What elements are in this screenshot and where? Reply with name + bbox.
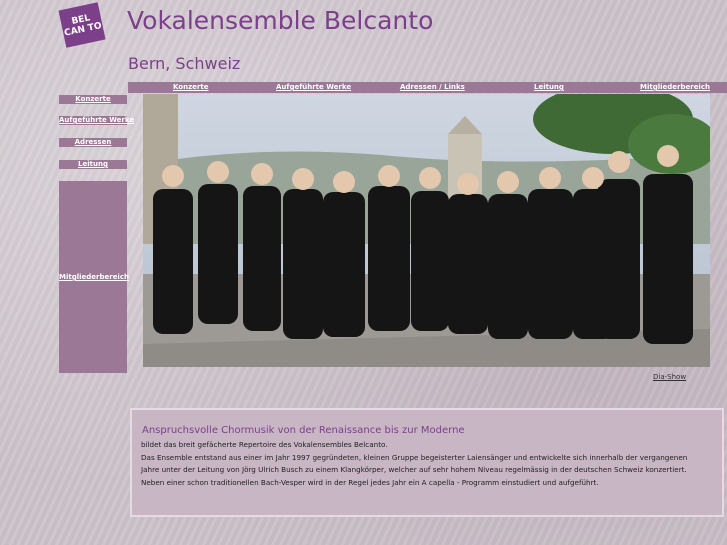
site-subtitle: Bern, Schweiz — [128, 54, 241, 73]
top-navigation: Konzerte Aufgeführte Werke Adressen / Li… — [128, 82, 727, 93]
intro-line: Jahre unter der Leitung von Jörg Ulrich … — [141, 465, 687, 474]
intro-line: Das Ensemble entstand aus einer im Jahr … — [141, 452, 688, 462]
intro-box: Anspruchsvolle Chormusik von der Renaiss… — [130, 408, 724, 517]
intro-heading: Anspruchsvolle Chormusik von der Renaiss… — [142, 425, 465, 436]
topnav-konzerte[interactable]: Konzerte — [173, 82, 208, 93]
intro-line: Neben einer schon traditionellen Bach-Ve… — [141, 477, 599, 487]
logo-text: BEL CAN TO — [63, 13, 103, 39]
topnav-leitung[interactable]: Leitung — [534, 82, 564, 93]
sidebar-item-mitgliederbereich[interactable]: Mitgliederbereich — [59, 273, 129, 281]
sidebar-item-aufgefuehrte-werke[interactable]: Aufgeführte Werke — [59, 116, 134, 125]
slideshow-link[interactable]: Dia-Show — [653, 373, 686, 381]
sidebar-item-adressen[interactable]: Adressen — [59, 138, 127, 147]
ensemble-photo-image — [143, 94, 710, 367]
sidebar-item-leitung[interactable]: Leitung — [59, 160, 127, 169]
ensemble-photo — [143, 94, 710, 367]
sidebar-member-area[interactable]: Mitgliederbereich — [59, 181, 129, 373]
topnav-mitgliederbereich[interactable]: Mitgliederbereich — [640, 82, 710, 93]
intro-line: bildet das breit gefächerte Repertoire d… — [141, 440, 388, 449]
topnav-adressen-links[interactable]: Adressen / Links — [400, 82, 465, 93]
site-title: Vokalensemble Belcanto — [127, 6, 434, 35]
belcanto-logo[interactable]: BEL CAN TO — [58, 2, 106, 48]
intro-text: bildet das breit gefächerte Repertoire d… — [141, 439, 719, 489]
sidebar-item-konzerte[interactable]: Konzerte — [59, 95, 127, 104]
topnav-aufgefuehrte-werke[interactable]: Aufgeführte Werke — [276, 82, 351, 93]
